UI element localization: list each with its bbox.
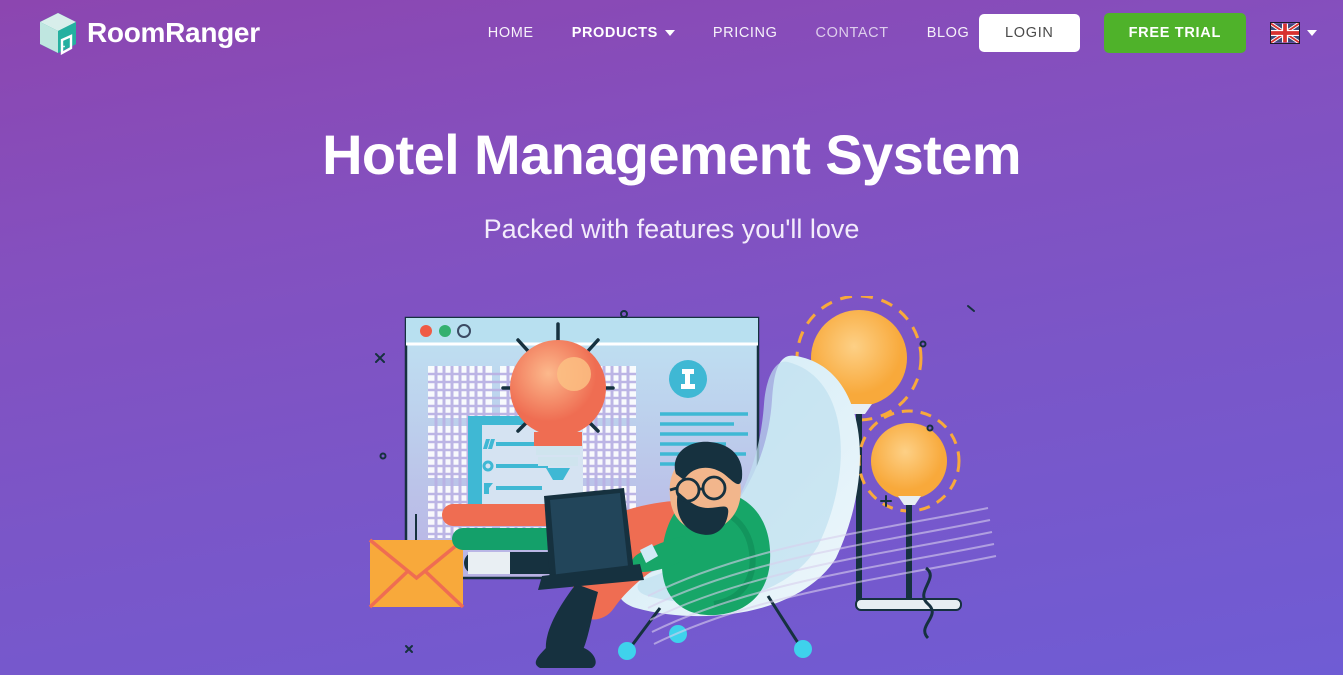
nav-item-label: BLOG [926, 25, 970, 41]
chevron-down-icon [664, 30, 675, 36]
free-trial-button[interactable]: FREE TRIAL [1103, 13, 1246, 53]
nav-item-label: PRODUCTS [571, 25, 658, 41]
login-button[interactable]: LOGIN [978, 14, 1080, 52]
cube-room-icon [38, 11, 78, 55]
language-selector[interactable] [1270, 22, 1317, 44]
brand-name: RoomRanger [87, 17, 260, 48]
nav-item-pricing[interactable]: PRICING [713, 25, 778, 41]
site-header: RoomRanger HOME PRODUCTS PRICING CONTACT… [0, 0, 1343, 66]
nav-item-label: CONTACT [815, 25, 889, 41]
nav-item-products[interactable]: PRODUCTS [572, 25, 675, 41]
page-title: Hotel Management System [322, 123, 1021, 186]
man-working-on-laptop-illustration [348, 296, 1008, 675]
nav-item-contact[interactable]: CONTACT [816, 25, 889, 41]
brand-logo-link[interactable]: RoomRanger [38, 11, 260, 55]
nav-item-label: PRICING [712, 25, 778, 41]
green-dot [439, 325, 451, 337]
red-dot [420, 325, 432, 337]
header-actions: LOGIN FREE TRIAL [978, 13, 1317, 53]
screen-badge-icon [669, 360, 707, 398]
uk-flag-icon [1270, 22, 1300, 44]
nav-item-blog[interactable]: BLOG [927, 25, 970, 41]
nav-item-label: HOME [487, 25, 534, 41]
chevron-down-icon [1307, 30, 1317, 36]
page-subtitle: Packed with features you'll love [483, 213, 860, 244]
nav-item-home[interactable]: HOME [488, 25, 534, 41]
main-navigation: HOME PRODUCTS PRICING CONTACT BLOG [488, 25, 970, 41]
